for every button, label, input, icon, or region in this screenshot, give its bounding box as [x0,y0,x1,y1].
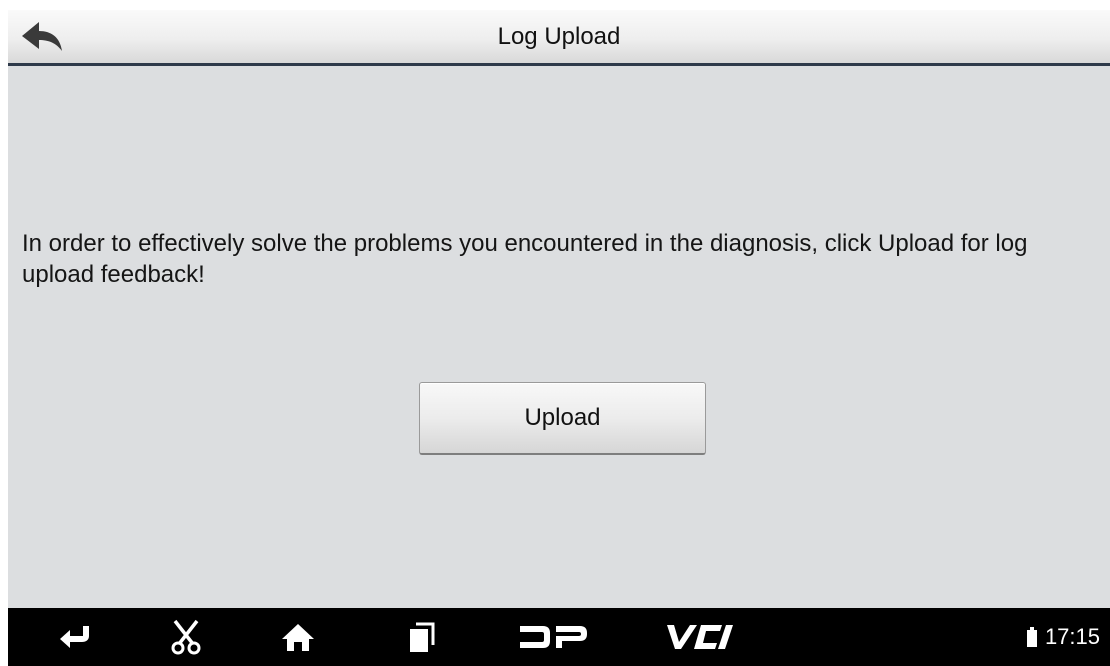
app-screen: Log Upload In order to effectively solve… [8,10,1110,666]
nav-dp-button[interactable] [514,608,592,666]
upload-instruction-text: In order to effectively solve the proble… [22,230,1028,288]
nav-vci-button[interactable] [662,608,738,666]
vci-icon [667,625,733,649]
nav-home-button[interactable] [278,608,318,666]
upload-button[interactable]: Upload [419,382,706,455]
home-icon [282,624,314,651]
nav-back-button[interactable] [54,608,100,666]
nav-recent-apps-button[interactable] [404,608,440,666]
recent-apps-icon [410,622,435,652]
bottom-navigation-bar: 17:15 [8,608,1110,666]
dp-icon [520,626,587,648]
status-area: 17:15 [1026,608,1100,666]
page-title: Log Upload [497,23,621,50]
scissors-icon [171,619,201,655]
back-icon [60,626,89,648]
title-bar: Log Upload [8,10,1110,66]
battery-icon [1026,627,1037,647]
nav-screenshot-button[interactable] [166,608,206,666]
status-clock: 17:15 [1044,624,1100,649]
